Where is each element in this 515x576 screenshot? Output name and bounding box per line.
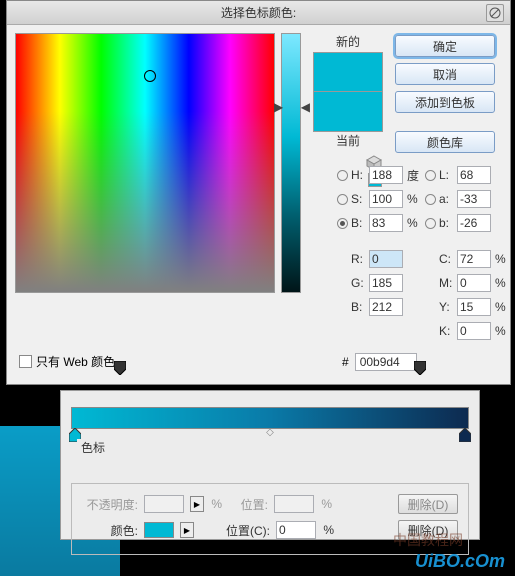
opacity-input — [144, 495, 184, 513]
titlebar: 选择色标颜色: — [7, 1, 510, 25]
color-label: 颜色: — [82, 522, 138, 539]
input-b[interactable] — [369, 214, 403, 232]
label-s: S: — [351, 192, 369, 206]
input-c[interactable] — [457, 250, 491, 268]
radio-a[interactable] — [425, 194, 436, 205]
cancel-button[interactable]: 取消 — [395, 63, 495, 85]
midpoint-icon[interactable]: ◇ — [266, 427, 274, 438]
radio-l[interactable] — [425, 170, 436, 181]
dialog-title: 选择色标颜色: — [221, 4, 296, 21]
opacity-label: 不透明度: — [82, 496, 138, 513]
input-rgb-b[interactable] — [369, 298, 403, 316]
spectrum-cursor-icon[interactable] — [144, 70, 156, 82]
input-r[interactable] — [369, 250, 403, 268]
position1-label: 位置: — [228, 496, 268, 513]
position1-input — [274, 495, 314, 513]
input-lab-b[interactable] — [457, 214, 491, 232]
unit-b: % — [405, 216, 425, 230]
delete-opacity-button: 删除(D) — [398, 494, 458, 514]
input-y[interactable] — [457, 298, 491, 316]
unit-h: 度 — [405, 167, 425, 184]
label-h: H: — [351, 168, 369, 182]
radio-lab-b[interactable] — [425, 218, 436, 229]
position2-label: 位置(C): — [222, 522, 270, 539]
radio-s[interactable] — [337, 194, 348, 205]
label-y: Y: — [439, 300, 457, 314]
radio-b[interactable] — [337, 218, 348, 229]
input-hex[interactable] — [355, 353, 417, 371]
hex-row: # — [342, 353, 417, 371]
label-r: R: — [351, 252, 369, 266]
color-dropdown-icon[interactable]: ▶ — [180, 522, 194, 538]
input-h[interactable] — [369, 166, 403, 184]
input-s[interactable] — [369, 190, 403, 208]
color-spectrum[interactable] — [15, 33, 275, 293]
hue-slider-thumb-icon[interactable]: ▶◀ — [274, 100, 310, 114]
current-color-label: 当前 — [336, 132, 360, 149]
help-icon[interactable] — [486, 4, 504, 22]
color-stop-right[interactable] — [459, 428, 471, 442]
label-c: C: — [439, 252, 457, 266]
unit-k: % — [493, 324, 513, 338]
section-label: 色标 — [77, 439, 109, 456]
label-lab-b: b: — [439, 216, 457, 230]
color-library-button[interactable]: 颜色库 — [395, 131, 495, 153]
unit-s: % — [405, 192, 425, 206]
label-g: G: — [351, 276, 369, 290]
watermark-sub: 中国教程网 — [393, 530, 463, 550]
hue-slider[interactable]: ▶◀ — [281, 33, 301, 293]
web-only-label: 只有 Web 颜色 — [36, 353, 115, 370]
input-g[interactable] — [369, 274, 403, 292]
opacity-dropdown-icon: ▶ — [190, 496, 204, 512]
label-b: B: — [351, 216, 369, 230]
gradient-bar[interactable]: ◇ — [71, 407, 469, 429]
label-a: a: — [439, 192, 457, 206]
label-l: L: — [439, 168, 457, 182]
input-k[interactable] — [457, 322, 491, 340]
color-picker-dialog: 选择色标颜色: ▶◀ 新的 当前 确定 取消 添加到色板 颜色库 — [6, 0, 511, 385]
web-only-checkbox[interactable] — [19, 355, 32, 368]
gradient-panel: ◇ 色标 不透明度: ▶ % 位置: % 删除(D) 颜色: ▶ 位置(C): … — [60, 390, 480, 540]
hex-prefix: # — [342, 355, 349, 369]
input-l[interactable] — [457, 166, 491, 184]
input-a[interactable] — [457, 190, 491, 208]
label-k: K: — [439, 324, 457, 338]
color-fields: H: 度 L: S:% a: B:% b: R: C:% G: M:% B: Y:… — [337, 166, 512, 340]
add-swatch-button[interactable]: 添加到色板 — [395, 91, 495, 113]
new-color-label: 新的 — [336, 33, 360, 50]
ok-button[interactable]: 确定 — [395, 35, 495, 57]
position2-input[interactable] — [276, 521, 316, 539]
unit-y: % — [493, 300, 513, 314]
color-chip[interactable] — [144, 522, 174, 538]
current-color-swatch[interactable] — [313, 92, 383, 132]
web-only-row: 只有 Web 颜色 — [19, 353, 115, 370]
new-color-swatch — [313, 52, 383, 92]
radio-h[interactable] — [337, 170, 348, 181]
label-m: M: — [439, 276, 457, 290]
unit-m: % — [493, 276, 513, 290]
label-rgb-b: B: — [351, 300, 369, 314]
unit-c: % — [493, 252, 513, 266]
watermark-main: UiBO.cOm — [415, 551, 505, 572]
input-m[interactable] — [457, 274, 491, 292]
